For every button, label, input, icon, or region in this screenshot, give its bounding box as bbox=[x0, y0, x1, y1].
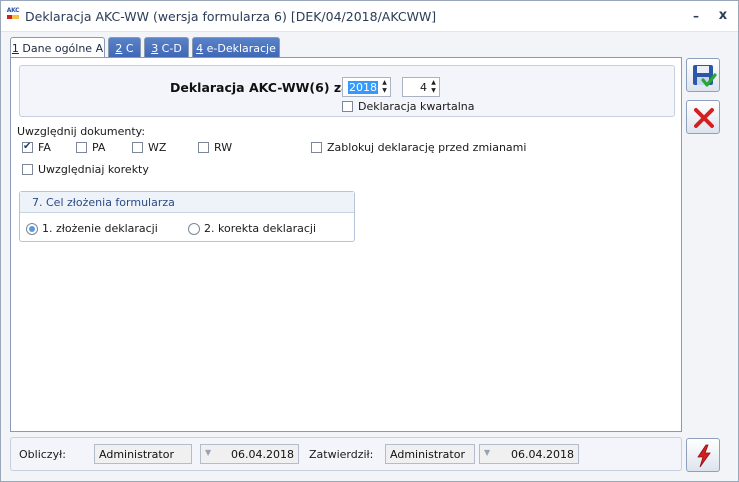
documents-label: Uwzględnij dokumenty: bbox=[17, 125, 146, 138]
spin-down-icon[interactable]: ▼ bbox=[380, 87, 389, 95]
window-title: Deklaracja AKC-WW (wersja formularza 6) … bbox=[25, 9, 437, 24]
fa-checkbox[interactable] bbox=[22, 141, 33, 153]
quarterly-label: Deklaracja kwartalna bbox=[358, 100, 475, 113]
red-x-icon bbox=[694, 108, 714, 128]
purpose-header: 7. Cel złożenia formularza bbox=[20, 192, 354, 213]
lock-label: Zablokuj deklarację przed zmianami bbox=[327, 141, 527, 154]
purpose-title: 7. Cel złożenia formularza bbox=[32, 196, 175, 209]
pa-checkbox[interactable] bbox=[76, 142, 87, 153]
approved-by-field[interactable]: Administrator bbox=[385, 444, 475, 464]
tab-c[interactable]: 2 C bbox=[108, 37, 141, 58]
approved-date-value: 06.04.2018 bbox=[511, 448, 574, 461]
dropdown-icon: ▼ bbox=[484, 448, 491, 457]
submission-radio[interactable] bbox=[26, 223, 38, 235]
footer-panel: Obliczył: Administrator ▼ 06.04.2018 Zat… bbox=[10, 437, 682, 471]
wz-label: WZ bbox=[148, 141, 167, 154]
spin-up-icon[interactable]: ▲ bbox=[429, 79, 438, 87]
rw-label: RW bbox=[214, 141, 233, 154]
cancel-button[interactable] bbox=[686, 100, 720, 134]
year-value: 2018 bbox=[348, 81, 378, 94]
title-bar: AKC Deklaracja AKC-WW (wersja formularza… bbox=[1, 1, 738, 32]
month-value: 4 bbox=[420, 81, 427, 94]
dialog-window: AKC Deklaracja AKC-WW (wersja formularza… bbox=[0, 0, 739, 482]
approved-label: Zatwierdził: bbox=[309, 448, 374, 461]
month-spinner[interactable]: 4 ▲ ▼ bbox=[402, 77, 440, 97]
submission-label: 1. złożenie deklaracji bbox=[42, 222, 158, 235]
purpose-groupbox: 7. Cel złożenia formularza 1. złożenie d… bbox=[19, 191, 355, 242]
close-button[interactable]: x bbox=[715, 8, 731, 24]
tab-e-declarations[interactable]: 4 e-Deklaracje bbox=[192, 37, 280, 58]
corrections-label: Uwzględniaj korekty bbox=[38, 163, 149, 176]
spin-up-icon[interactable]: ▲ bbox=[380, 79, 389, 87]
lightning-icon bbox=[697, 444, 711, 468]
wz-checkbox[interactable] bbox=[132, 142, 143, 153]
rw-checkbox[interactable] bbox=[198, 142, 209, 153]
fa-label: FA bbox=[38, 141, 51, 154]
correction-label: 2. korekta deklaracji bbox=[204, 222, 317, 235]
tab-label: e-Deklaracje bbox=[203, 42, 276, 55]
quarterly-checkbox[interactable] bbox=[342, 101, 353, 112]
tab-c-d[interactable]: 3 C-D bbox=[144, 37, 189, 58]
save-button[interactable] bbox=[686, 58, 720, 92]
calculated-date-field[interactable]: ▼ 06.04.2018 bbox=[200, 444, 299, 464]
spin-down-icon[interactable]: ▼ bbox=[429, 87, 438, 95]
calculated-label: Obliczył: bbox=[19, 448, 66, 461]
tab-label: C-D bbox=[158, 42, 182, 55]
save-disk-check-icon bbox=[693, 65, 717, 87]
calculated-date-value: 06.04.2018 bbox=[231, 448, 294, 461]
declaration-label: Deklaracja AKC-WW(6) za: bbox=[170, 80, 355, 95]
correction-radio[interactable] bbox=[188, 223, 200, 235]
approved-date-field[interactable]: ▼ 06.04.2018 bbox=[479, 444, 579, 464]
tab-label: Dane ogólne A bbox=[18, 42, 104, 55]
year-spinner[interactable]: 2018 ▲ ▼ bbox=[342, 77, 391, 97]
tab-page-general: Deklaracja AKC-WW(6) za: 2018 ▲ ▼ 4 ▲ ▼ … bbox=[10, 57, 682, 432]
tab-general-a[interactable]: 1 Dane ogólne A bbox=[10, 37, 105, 59]
corrections-checkbox[interactable] bbox=[22, 164, 33, 175]
declaration-period-panel: Deklaracja AKC-WW(6) za: 2018 ▲ ▼ 4 ▲ ▼ … bbox=[19, 65, 675, 117]
app-logo-icon: AKC bbox=[6, 7, 20, 21]
pa-label: PA bbox=[92, 141, 106, 154]
minimize-button[interactable]: – bbox=[688, 8, 704, 24]
calculated-by-field[interactable]: Administrator bbox=[94, 444, 192, 464]
tab-key: 1 bbox=[11, 42, 19, 55]
lock-checkbox[interactable] bbox=[311, 142, 322, 153]
dropdown-icon: ▼ bbox=[205, 448, 212, 457]
calculate-button[interactable] bbox=[686, 438, 720, 472]
tab-label: C bbox=[122, 42, 134, 55]
